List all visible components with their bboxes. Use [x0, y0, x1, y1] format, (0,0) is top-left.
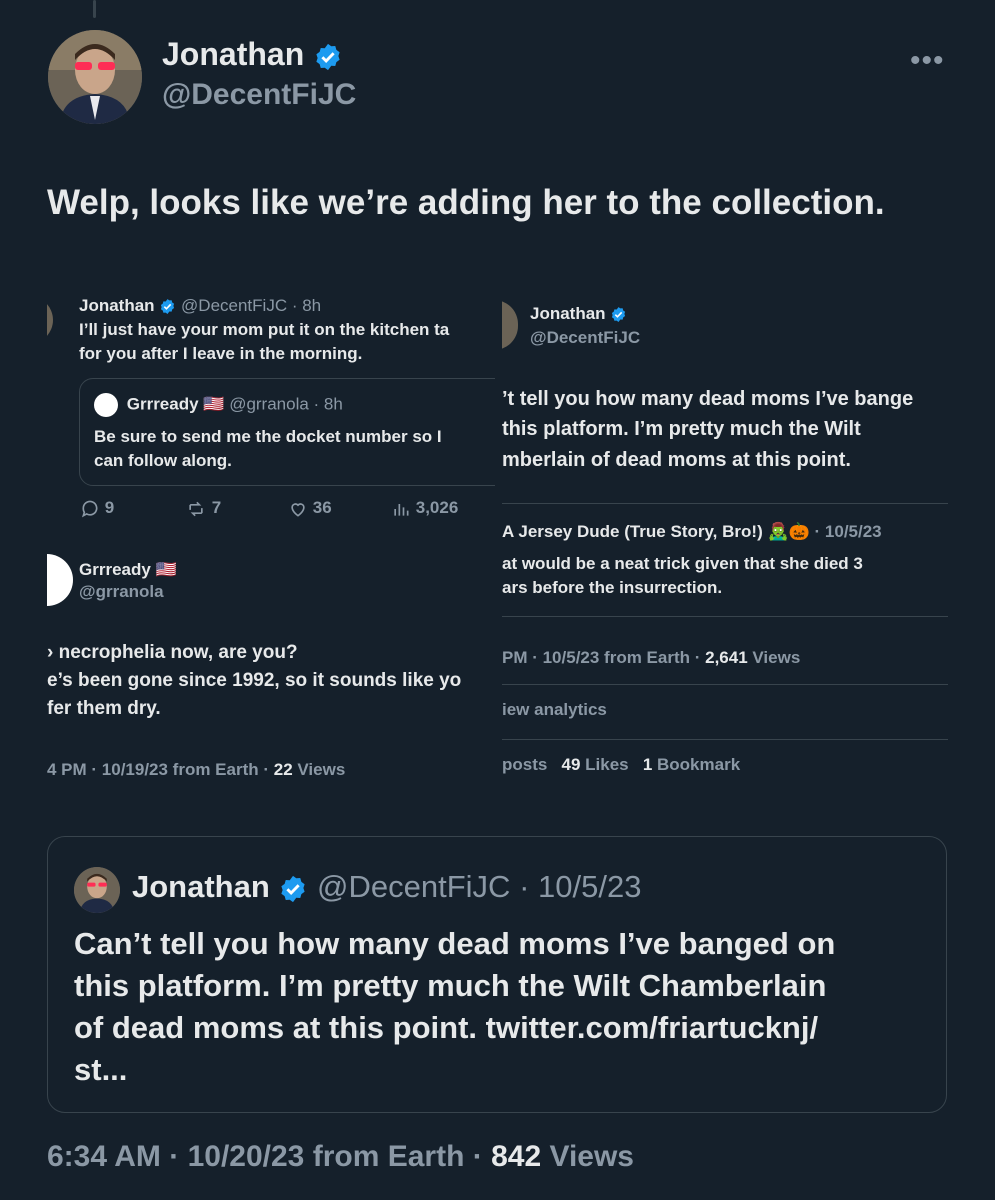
verified-badge-icon — [316, 43, 340, 70]
quoted-author: Jonathan @DecentFiJC · 10/5/23 — [132, 869, 642, 904]
shot-right-meta: PM · 10/5/23 from Earth · 2,641 Views — [502, 648, 801, 667]
shot-right-text-3: mberlain of dead moms at this point. — [502, 449, 851, 471]
quoted-text-2: this platform. I’m pretty much the Wilt … — [74, 968, 827, 1003]
divider — [502, 503, 948, 504]
avatar-cropped — [502, 300, 518, 350]
repost-action: 7 — [185, 498, 221, 519]
shot-left-reply-text-3: fer them dry. — [47, 698, 161, 719]
shot-right-handle: @DecentFiJC — [530, 328, 641, 347]
tweet-timestamp-views: 6:34 AM · 10/20/23 from Earth · 842 View… — [47, 1140, 634, 1173]
reply-icon — [81, 500, 98, 517]
author-avatar[interactable] — [48, 30, 142, 124]
avatar-icon — [94, 393, 118, 417]
shot-left-reply-handle: @grranola — [79, 582, 164, 601]
like-action: 36 — [288, 498, 332, 519]
analytics-icon — [394, 503, 409, 516]
shot-left-reply-meta: 4 PM · 10/19/23 from Earth · 22 Views — [47, 760, 346, 779]
verified-badge-icon — [612, 307, 626, 322]
shot-left-author: Jonathan @DecentFiJC · 8h — [79, 296, 322, 315]
divider — [502, 739, 948, 740]
verified-badge-icon — [161, 299, 175, 314]
quoted-text-3: of dead moms at this point. twitter.com/… — [74, 1010, 819, 1045]
shot-left-quote-text-2: can follow along. — [94, 451, 232, 470]
shot-right-author: Jonathan — [530, 304, 627, 324]
shot-left-quote-author: Grrready 🇺🇸 @grranola · 8h — [94, 393, 343, 417]
views-action: 3,026 — [391, 498, 458, 519]
verified-badge-icon — [281, 875, 306, 902]
embedded-screenshot-left: Jonathan @DecentFiJC · 8h I’ll just have… — [47, 288, 495, 793]
avatar-cropped — [47, 554, 73, 606]
tweet-time[interactable]: 6:34 AM — [47, 1140, 161, 1173]
shot-right-analytics: iew analytics — [502, 700, 607, 719]
author-name[interactable]: Jonathan — [162, 36, 343, 73]
shot-left-reply-text-1: › necrophelia now, are you? — [47, 642, 298, 663]
shot-left-text-2: for you after I leave in the morning. — [79, 344, 363, 363]
shot-right-text-2: this platform. I’m pretty much the Wilt — [502, 418, 861, 440]
shot-left-reply-text-2: e’s been gone since 1992, so it sounds l… — [47, 670, 462, 691]
shot-left-quote-box: Grrready 🇺🇸 @grranola · 8h Be sure to se… — [79, 378, 495, 486]
shot-left-text-1: I’ll just have your mom put it on the ki… — [79, 320, 450, 339]
tweet-source: from Earth — [312, 1140, 465, 1173]
shot-right-quoted-text-1: at would be a neat trick given that she … — [502, 554, 863, 573]
thread-connector-line — [93, 0, 96, 18]
divider — [502, 684, 948, 685]
avatar-cropped — [47, 296, 53, 344]
views-label: Views — [549, 1140, 634, 1173]
quoted-text-4: st... — [74, 1052, 128, 1087]
reply-action: 9 — [80, 498, 114, 519]
shot-left-quote-text-1: Be sure to send me the docket number so … — [94, 427, 442, 446]
embedded-screenshot-right: Jonathan @DecentFiJC ’t tell you how man… — [502, 288, 948, 793]
heart-icon — [291, 502, 305, 517]
repost-icon — [189, 501, 203, 516]
shot-right-quoted-text-2: ars before the insurrection. — [502, 578, 723, 597]
shot-right-text-1: ’t tell you how many dead moms I’ve bang… — [502, 388, 914, 410]
quoted-text-1: Can’t tell you how many dead moms I’ve b… — [74, 926, 836, 961]
divider — [502, 616, 948, 617]
shot-left-reply-author: Grrready 🇺🇸 — [79, 560, 177, 579]
tweet-date[interactable]: 10/20/23 — [188, 1140, 305, 1173]
avatar-photo — [48, 30, 142, 124]
shot-right-quoted-author: A Jersey Dude (True Story, Bro!) 🧟‍♂️🎃 ·… — [502, 522, 882, 541]
author-handle[interactable]: @DecentFiJC — [162, 78, 356, 112]
quoted-tweet-card[interactable]: Jonathan @DecentFiJC · 10/5/23 Can’t tel… — [47, 836, 947, 1113]
shot-right-engagement: posts 49 Likes 1 Bookmark — [502, 755, 741, 774]
avatar-photo — [74, 867, 120, 913]
tweet-text: Welp, looks like we’re adding her to the… — [47, 183, 885, 222]
more-options-icon[interactable]: ••• — [910, 44, 945, 78]
quoted-author-avatar — [74, 867, 120, 913]
views-count: 842 — [491, 1140, 542, 1173]
